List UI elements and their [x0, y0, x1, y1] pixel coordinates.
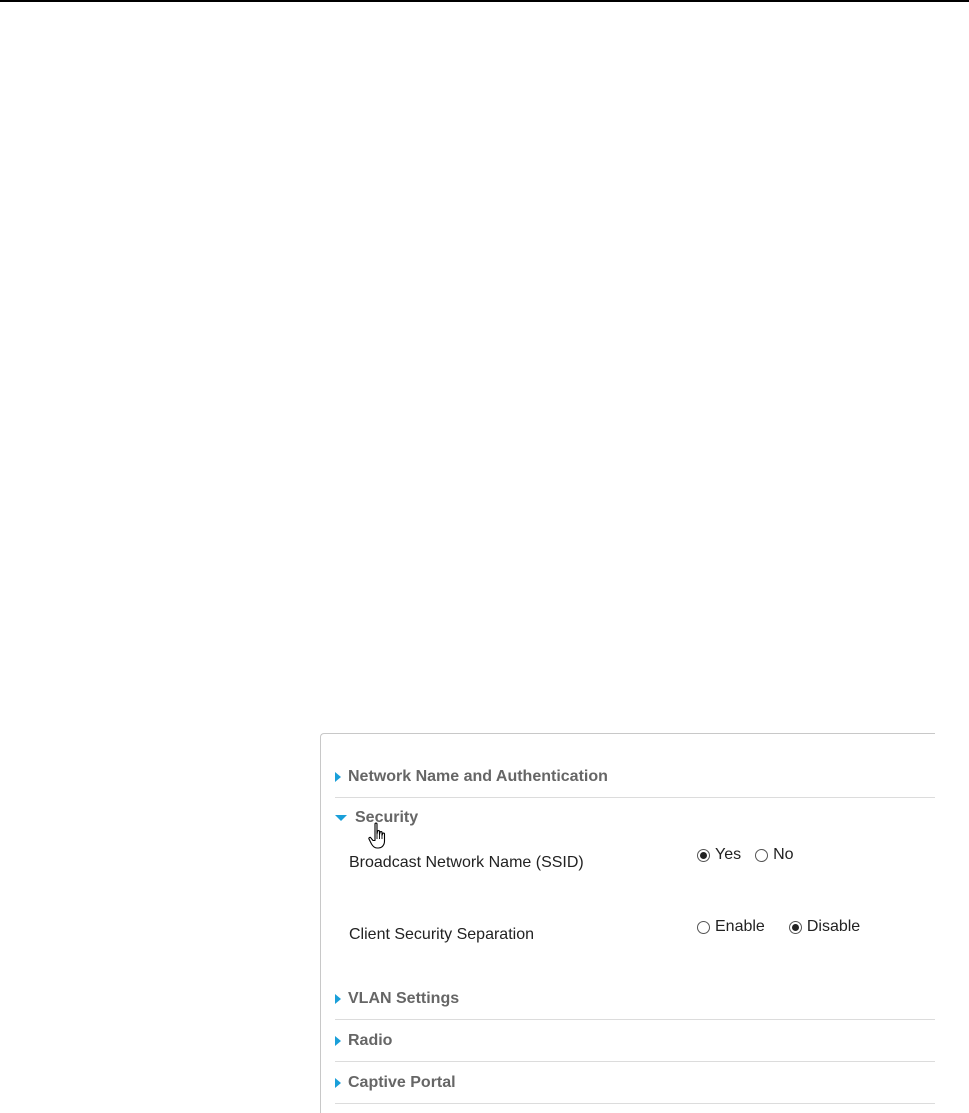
- broadcast-ssid-no-radio[interactable]: [755, 848, 769, 862]
- section-header-radio[interactable]: Radio: [335, 1020, 392, 1062]
- triangle-right-icon: [335, 1036, 341, 1046]
- broadcast-ssid-no-label: No: [773, 846, 794, 863]
- section-radio: Radio: [335, 1020, 935, 1062]
- broadcast-ssid-yes-label: Yes: [715, 846, 742, 863]
- client-separation-enable-option[interactable]: Enable: [697, 918, 765, 936]
- client-separation-disable-option[interactable]: Disable: [788, 918, 861, 936]
- broadcast-ssid-label: Broadcast Network Name (SSID): [349, 854, 584, 871]
- settings-panel: Network Name and Authentication Security…: [320, 733, 935, 1113]
- triangle-down-icon: [335, 815, 347, 821]
- client-separation-label: Client Security Separation: [349, 926, 534, 943]
- section-header-vlan[interactable]: VLAN Settings: [335, 978, 459, 1020]
- section-vlan: VLAN Settings: [335, 978, 935, 1020]
- client-separation-disable-radio[interactable]: [788, 920, 802, 934]
- broadcast-ssid-yes-radio[interactable]: [697, 848, 710, 862]
- section-header-captive-portal[interactable]: Captive Portal: [335, 1062, 456, 1104]
- broadcast-ssid-radio-group: Yes No: [697, 846, 808, 864]
- client-separation-disable-label: Disable: [806, 918, 861, 935]
- section-divider: [335, 1103, 935, 1104]
- broadcast-ssid-no-option[interactable]: No: [755, 846, 794, 864]
- triangle-right-icon: [335, 994, 341, 1004]
- row-broadcast-ssid: Broadcast Network Name (SSID) Yes No: [349, 846, 935, 882]
- section-header-network-name[interactable]: Network Name and Authentication: [335, 756, 608, 798]
- section-network-name: Network Name and Authentication: [335, 756, 935, 798]
- section-captive-portal: Captive Portal: [335, 1062, 935, 1104]
- section-title-network-name: Network Name and Authentication: [348, 768, 608, 785]
- client-separation-enable-label: Enable: [715, 918, 765, 935]
- section-title-security: Security: [355, 809, 419, 826]
- section-title-vlan: VLAN Settings: [348, 990, 460, 1007]
- client-separation-enable-radio[interactable]: [697, 920, 710, 934]
- row-client-separation: Client Security Separation Enable Disabl…: [349, 918, 935, 954]
- triangle-right-icon: [335, 1078, 341, 1088]
- client-separation-radio-group: Enable Disable: [697, 918, 874, 936]
- section-title-radio: Radio: [348, 1032, 393, 1049]
- section-title-captive-portal: Captive Portal: [348, 1074, 456, 1091]
- section-security: Security: [335, 798, 935, 838]
- top-rule: [0, 0, 969, 2]
- broadcast-ssid-yes-option[interactable]: Yes: [697, 846, 741, 864]
- triangle-right-icon: [335, 772, 341, 782]
- section-header-security[interactable]: Security: [335, 798, 418, 838]
